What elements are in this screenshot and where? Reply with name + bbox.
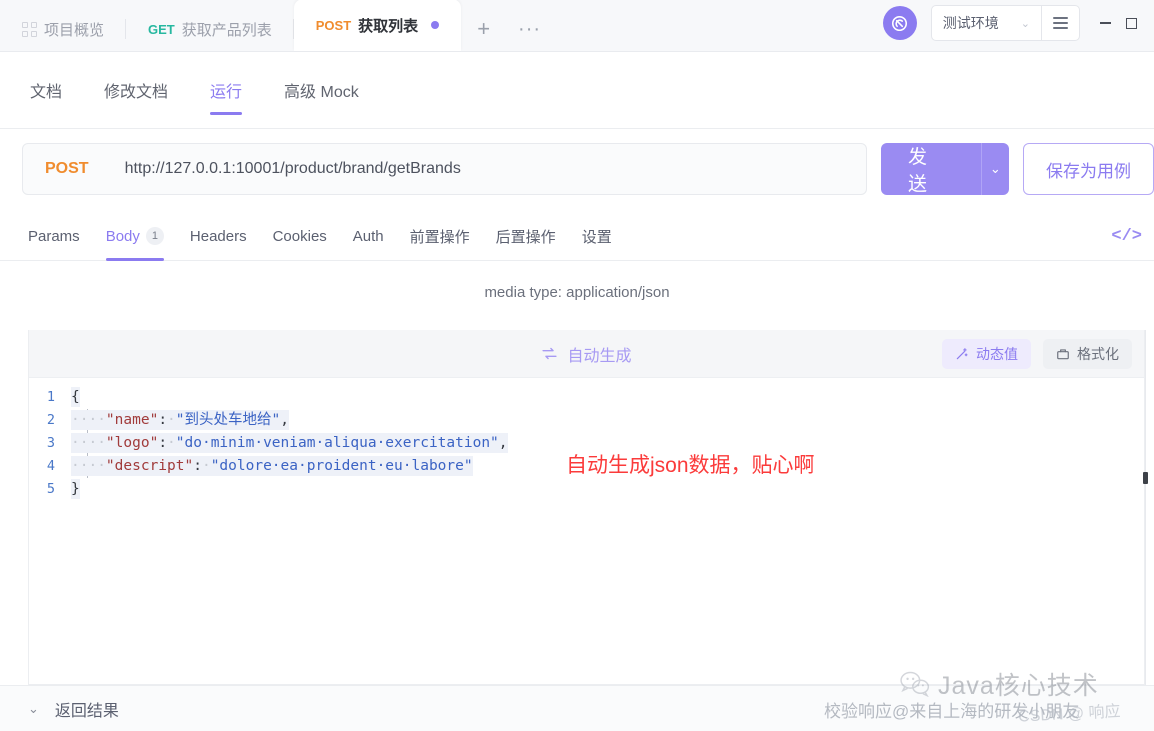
code-line: 2 ····"name":·"到头处车地给", xyxy=(29,409,1144,432)
dynamic-value-label: 动态值 xyxy=(976,345,1018,362)
hamburger-icon[interactable] xyxy=(1041,6,1079,40)
tab-post-get-list[interactable]: POST 获取列表 xyxy=(293,0,462,51)
chevron-down-icon[interactable]: ⌄ xyxy=(28,701,39,717)
doctab-run[interactable]: 运行 xyxy=(210,52,243,129)
response-label: 返回结果 xyxy=(54,702,119,720)
tab-overflow-button[interactable]: ··· xyxy=(506,7,553,51)
request-url-row: POST http://127.0.0.1:10001/product/bran… xyxy=(0,129,1154,209)
code-lines[interactable]: 1 { 2 ····"name":·"到头处车地给", 3 ····"logo"… xyxy=(29,378,1144,501)
new-tab-button[interactable]: + xyxy=(461,7,506,51)
doctab-edit-document[interactable]: 修改文档 xyxy=(104,52,168,129)
line-content: ····"name":·"到头处车地给", xyxy=(71,410,289,430)
auto-generate-button[interactable]: 自动生成 xyxy=(507,342,667,366)
param-tab-bar: Params Body 1 Headers Cookies Auth 前置操作 … xyxy=(0,212,1154,261)
ptab-label: 设置 xyxy=(581,228,612,246)
ptab-badge: 1 xyxy=(145,227,164,245)
panel-divider[interactable] xyxy=(1145,330,1146,685)
format-button[interactable]: 格式化 xyxy=(1043,338,1132,369)
window-controls xyxy=(1092,9,1144,37)
line-number: 3 xyxy=(46,435,55,451)
ptab-label: Body xyxy=(105,227,140,245)
code-view-icon[interactable]: </> xyxy=(1111,227,1142,246)
unsaved-dot-icon xyxy=(431,21,440,29)
dynamic-value-button[interactable]: 动态值 xyxy=(942,338,1031,369)
code-editor[interactable]: 1 { 2 ····"name":·"到头处车地给", 3 ····"logo"… xyxy=(29,378,1144,684)
refresh-swap-icon xyxy=(542,347,558,360)
tab-label: 项目概览 xyxy=(44,21,105,39)
doctab-document[interactable]: 文档 xyxy=(30,52,62,129)
format-label: 格式化 xyxy=(1077,345,1119,362)
environment-value-wrap[interactable]: 测试环境 ⌄ xyxy=(932,6,1041,40)
code-line: 5 } xyxy=(29,478,1144,501)
ptab-label: Auth xyxy=(352,227,384,245)
auto-generate-label: 自动生成 xyxy=(567,347,632,365)
doc-tab-bar: 文档 修改文档 运行 高级 Mock xyxy=(0,52,1154,129)
environment-value: 测试环境 xyxy=(942,15,999,31)
send-button-label: 发 送 xyxy=(908,147,932,195)
ptab-params[interactable]: Params xyxy=(28,212,80,261)
panel-resize-handle[interactable] xyxy=(1143,472,1148,484)
body-editor-panel: 自动生成 动态值 格式化 1 {2 ····"name":·"到头处车地给",… xyxy=(28,330,1145,685)
line-content: ····"logo":·"do·minim·veniam·aliqua·exer… xyxy=(71,433,508,453)
ptab-body[interactable]: Body 1 xyxy=(105,212,165,261)
tab-method-label: POST xyxy=(315,17,352,33)
ptab-label: Headers xyxy=(189,227,247,245)
grid-icon xyxy=(22,21,37,37)
line-content: ····"descript":·"dolore·ea·proident·eu·l… xyxy=(71,456,473,476)
ptab-post-operation[interactable]: 后置操作 xyxy=(496,212,556,261)
editor-toolbar: 自动生成 动态值 格式化 xyxy=(29,330,1144,378)
format-icon xyxy=(1057,348,1069,359)
ptab-settings[interactable]: 设置 xyxy=(582,212,612,261)
chevron-down-icon: ⌄ xyxy=(1020,17,1030,30)
request-url-value: http://127.0.0.1:10001/product/brand/get… xyxy=(124,160,461,177)
ptab-pre-operation[interactable]: 前置操作 xyxy=(410,212,470,261)
request-method-label: POST xyxy=(45,160,89,177)
ptab-label: 前置操作 xyxy=(409,228,470,246)
line-content: { xyxy=(71,387,80,407)
send-dropdown-chevron-down-icon[interactable]: ⌄ xyxy=(980,143,1009,195)
line-content: } xyxy=(71,479,80,499)
code-line: 1 { xyxy=(29,386,1144,409)
url-input[interactable]: POST http://127.0.0.1:10001/product/bran… xyxy=(22,143,867,195)
magic-wand-icon xyxy=(956,347,968,359)
tab-label: 获取产品列表 xyxy=(181,21,272,39)
tab-get-product-list[interactable]: GET 获取产品列表 xyxy=(126,7,294,51)
ptab-headers[interactable]: Headers xyxy=(190,212,247,261)
line-number: 5 xyxy=(46,481,55,497)
app-window: 项目概览 GET 获取产品列表 POST 获取列表 + ··· 测试环境 ⌄ 文… xyxy=(0,0,1154,731)
minimize-button[interactable] xyxy=(1092,9,1118,37)
environment-selector[interactable]: 测试环境 ⌄ xyxy=(930,5,1080,41)
media-type-label: media type: application/json xyxy=(484,283,670,301)
ptab-cookies[interactable]: Cookies xyxy=(273,212,327,261)
response-bar[interactable]: ⌄ 返回结果 xyxy=(0,685,1154,731)
line-number: 4 xyxy=(46,458,55,474)
editor-toolbar-right: 动态值 格式化 xyxy=(942,338,1144,369)
ptab-label: Params xyxy=(28,227,80,245)
ptab-label: Cookies xyxy=(272,227,327,245)
line-number: 1 xyxy=(46,389,55,405)
line-number: 2 xyxy=(46,412,55,428)
title-bar: 项目概览 GET 获取产品列表 POST 获取列表 + ··· 测试环境 ⌄ xyxy=(0,0,1154,52)
request-tab-strip: 项目概览 GET 获取产品列表 POST 获取列表 + ··· xyxy=(0,0,553,51)
tab-label: 获取列表 xyxy=(358,17,419,35)
save-as-case-button[interactable]: 保存为用例 xyxy=(1023,143,1154,195)
send-button[interactable]: 发 送 ⌄ xyxy=(881,143,1009,195)
doctab-advanced-mock[interactable]: 高级 Mock xyxy=(284,52,359,129)
title-bar-right: 测试环境 ⌄ xyxy=(882,0,1154,51)
annotation-text: 自动生成json数据，贴心啊 xyxy=(566,454,815,477)
tab-project-overview[interactable]: 项目概览 xyxy=(0,7,127,51)
sync-icon[interactable] xyxy=(882,6,917,40)
maximize-button[interactable] xyxy=(1118,9,1144,37)
ptab-auth[interactable]: Auth xyxy=(353,212,384,261)
tab-method-label: GET xyxy=(148,21,175,37)
ptab-label: 后置操作 xyxy=(495,228,556,246)
